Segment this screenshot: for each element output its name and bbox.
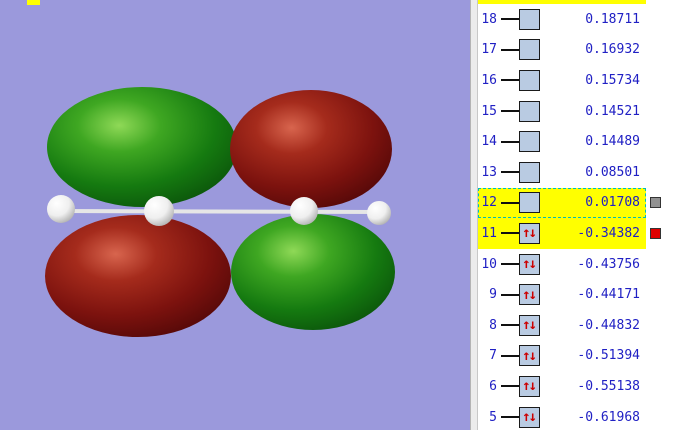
hydrogen-atom bbox=[47, 195, 75, 223]
orbital-row[interactable]: 12 0.01708 bbox=[478, 187, 678, 219]
orbital-row[interactable]: 8 ↑↓ -0.44832 bbox=[478, 310, 678, 341]
level-tick bbox=[501, 263, 519, 266]
orbital-energy: -0.34382 bbox=[577, 225, 640, 241]
orbital-index: 16 bbox=[481, 72, 497, 88]
orbital-level-box[interactable] bbox=[519, 8, 540, 30]
orbital-level-box[interactable]: ↑↓ bbox=[519, 222, 540, 244]
level-tick bbox=[501, 171, 519, 174]
orbital-energy: 0.08501 bbox=[585, 164, 640, 180]
orbital-energy: 0.14521 bbox=[585, 103, 640, 119]
orbital-index: 12 bbox=[481, 195, 497, 211]
hydrogen-atom bbox=[367, 201, 391, 225]
orbital-energy: -0.44171 bbox=[577, 287, 640, 303]
orbital-list: 18 0.18711 17 0.16932 16 0.15734 15 0.14… bbox=[478, 0, 678, 430]
orbital-level-box[interactable] bbox=[519, 161, 540, 183]
app-window: 18 0.18711 17 0.16932 16 0.15734 15 0.14… bbox=[0, 0, 678, 430]
orbital-index: 5 bbox=[489, 409, 497, 425]
orbital-energy: -0.51394 bbox=[577, 348, 640, 364]
orbital-level-box[interactable]: ↑↓ bbox=[519, 253, 540, 275]
orbital-color-swatch bbox=[650, 197, 661, 209]
electron-arrows-icon: ↑↓ bbox=[522, 378, 537, 395]
level-tick bbox=[501, 416, 519, 419]
orbital-energy: 0.14489 bbox=[585, 134, 640, 150]
orbital-energy: -0.61968 bbox=[577, 409, 640, 425]
electron-arrows-icon: ↑↓ bbox=[522, 409, 537, 426]
orbital-index: 17 bbox=[481, 42, 497, 58]
orbital-row[interactable]: 17 0.16932 bbox=[478, 35, 678, 66]
level-tick bbox=[501, 48, 519, 51]
orbital-row[interactable]: 10 ↑↓ -0.43756 bbox=[478, 249, 678, 280]
orbital-lobe-bottom-left-red bbox=[45, 215, 231, 337]
orbital-level-box[interactable]: ↑↓ bbox=[519, 284, 540, 306]
orbital-energy: 0.18711 bbox=[585, 11, 640, 27]
orbital-energy: -0.44832 bbox=[577, 317, 640, 333]
orbital-level-box[interactable] bbox=[519, 131, 540, 153]
orbital-lobe-bottom-right-green bbox=[231, 214, 395, 330]
orbital-index: 6 bbox=[489, 378, 497, 394]
orbital-level-box[interactable]: ↑↓ bbox=[519, 314, 540, 336]
level-tick bbox=[501, 293, 519, 296]
level-tick bbox=[501, 385, 519, 388]
level-tick bbox=[501, 18, 519, 21]
orbital-row[interactable]: 6 ↑↓ -0.55138 bbox=[478, 371, 678, 402]
orbital-energy: 0.01708 bbox=[585, 195, 640, 211]
orbital-index: 14 bbox=[481, 134, 497, 150]
orbital-energy: -0.43756 bbox=[577, 256, 640, 272]
highlight-artifact bbox=[27, 0, 40, 5]
orbital-lobe-top-right-red bbox=[230, 90, 392, 208]
orbital-energy: 0.16932 bbox=[585, 42, 640, 58]
orbital-index: 11 bbox=[481, 225, 497, 241]
electron-arrows-icon: ↑↓ bbox=[522, 317, 537, 334]
orbital-energy: -0.55138 bbox=[577, 378, 640, 394]
hydrogen-atom bbox=[144, 196, 174, 226]
orbital-row[interactable]: 15 0.14521 bbox=[478, 96, 678, 127]
orbital-row[interactable]: 16 0.15734 bbox=[478, 65, 678, 96]
electron-arrows-icon: ↑↓ bbox=[522, 347, 537, 364]
orbital-row[interactable]: 7 ↑↓ -0.51394 bbox=[478, 341, 678, 372]
orbital-row[interactable]: 14 0.14489 bbox=[478, 126, 678, 157]
orbital-level-box[interactable] bbox=[519, 69, 540, 91]
orbital-isosurface-render bbox=[0, 0, 470, 430]
orbital-level-box[interactable]: ↑↓ bbox=[519, 375, 540, 397]
orbital-row[interactable]: 5 ↑↓ -0.61968 bbox=[478, 402, 678, 430]
orbital-level-box[interactable]: ↑↓ bbox=[519, 406, 540, 428]
panel-scrollbar[interactable] bbox=[470, 0, 478, 430]
electron-arrows-icon: ↑↓ bbox=[522, 256, 537, 273]
level-tick bbox=[501, 79, 519, 82]
orbital-lobe-top-left-green bbox=[47, 87, 237, 207]
orbital-level-box[interactable]: ↑↓ bbox=[519, 345, 540, 367]
orbital-row[interactable]: 9 ↑↓ -0.44171 bbox=[478, 279, 678, 310]
orbital-index: 18 bbox=[481, 11, 497, 27]
orbital-level-box[interactable] bbox=[519, 39, 540, 61]
level-tick bbox=[501, 110, 519, 113]
orbital-index: 8 bbox=[489, 317, 497, 333]
orbital-index: 13 bbox=[481, 164, 497, 180]
electron-arrows-icon: ↑↓ bbox=[522, 286, 537, 303]
orbital-row[interactable]: 13 0.08501 bbox=[478, 157, 678, 188]
orbital-row[interactable]: 11 ↑↓ -0.34382 bbox=[478, 218, 678, 249]
orbital-index: 15 bbox=[481, 103, 497, 119]
electron-arrows-icon: ↑↓ bbox=[522, 225, 537, 242]
level-tick bbox=[501, 201, 519, 204]
orbital-energy: 0.15734 bbox=[585, 72, 640, 88]
level-tick bbox=[501, 140, 519, 143]
level-tick bbox=[501, 324, 519, 327]
orbital-row[interactable]: 18 0.18711 bbox=[478, 4, 678, 35]
orbital-color-swatch bbox=[650, 227, 661, 239]
level-tick bbox=[501, 232, 519, 235]
hydrogen-atom bbox=[290, 197, 318, 225]
orbital-index: 10 bbox=[481, 256, 497, 272]
orbital-level-box[interactable] bbox=[519, 100, 540, 122]
orbital-index: 9 bbox=[489, 287, 497, 303]
bond-line bbox=[57, 209, 383, 214]
orbital-index: 7 bbox=[489, 348, 497, 364]
molecule-viewport[interactable] bbox=[0, 0, 470, 430]
orbital-level-box[interactable] bbox=[519, 192, 540, 214]
level-tick bbox=[501, 354, 519, 357]
